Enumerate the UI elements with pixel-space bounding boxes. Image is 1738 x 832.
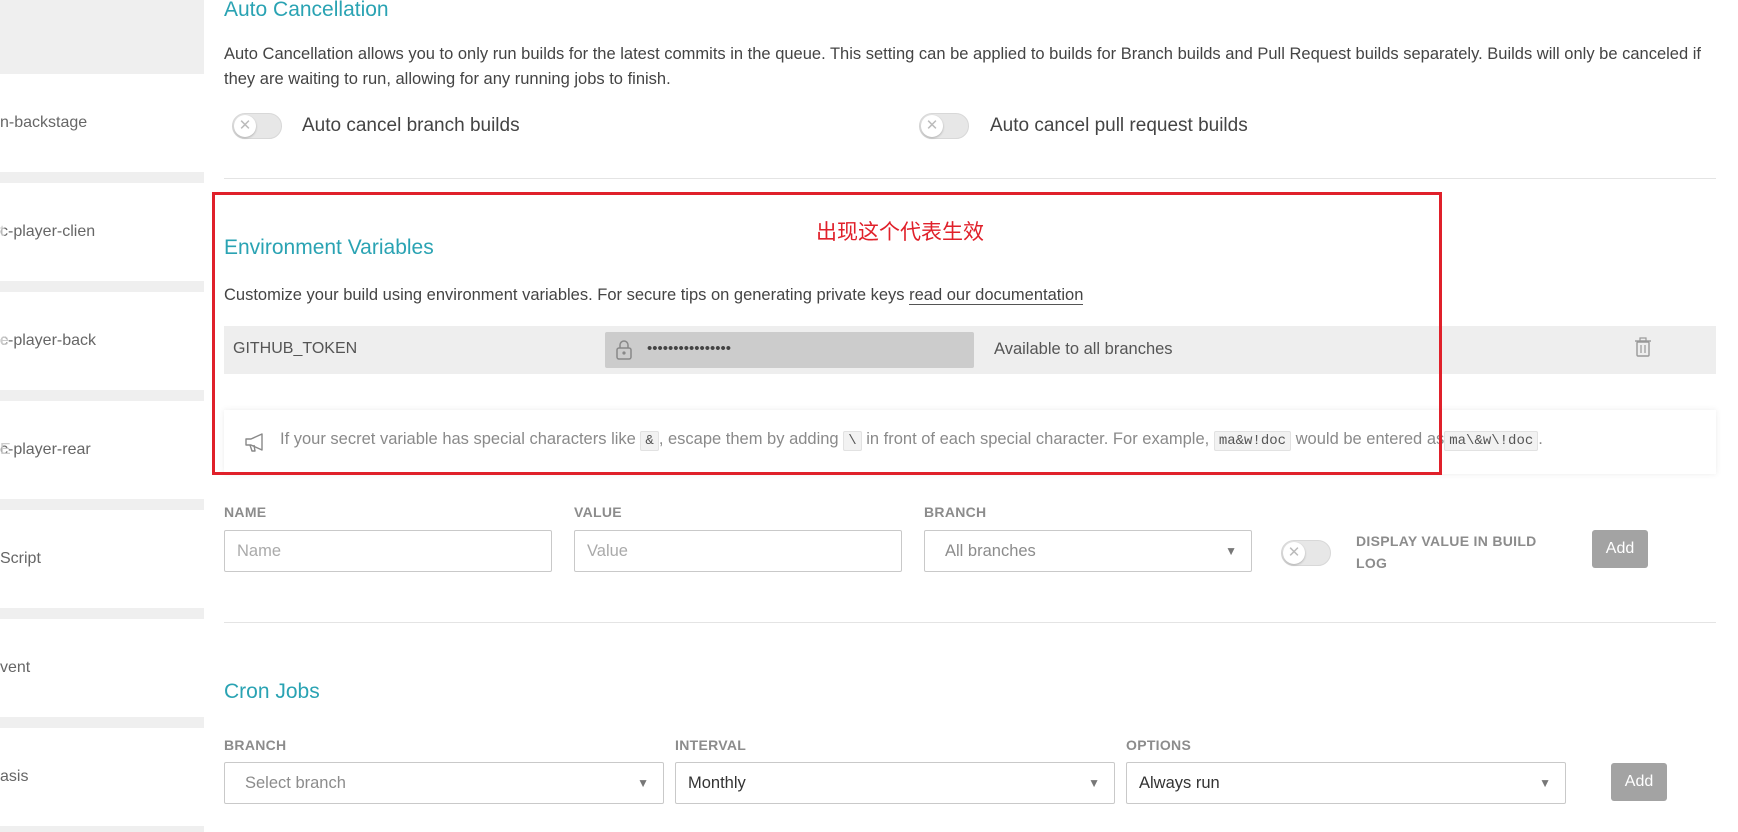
chevron-down-icon: ▼ [1539, 776, 1551, 790]
display-value-label-line: DISPLAY VALUE IN BUILD [1356, 533, 1537, 549]
cron-interval-select-value: Monthly [688, 774, 746, 792]
cron-branch-label: BRANCH [224, 737, 287, 753]
auto-cancellation-description: Auto Cancellation allows you to only run… [224, 45, 1701, 88]
add-env-var-button[interactable]: Add [1592, 530, 1648, 568]
cron-interval-select[interactable]: Monthly ▼ [675, 762, 1115, 804]
display-value-toggle[interactable]: ✕ [1281, 540, 1331, 566]
sidebar-item-label: n-backstage [0, 114, 88, 131]
sidebar-item-label-faded: E [0, 441, 11, 458]
add-cron-job-button[interactable]: Add [1611, 763, 1667, 801]
notice-text-part: . [1538, 430, 1543, 448]
repository-sidebar: n-backstage c-player-clien t c-player-bac… [0, 0, 204, 832]
notice-code: ma\&w\!doc [1444, 431, 1539, 451]
auto-cancel-pr-toggle[interactable]: ✕ [919, 113, 969, 139]
sidebar-item-label-faded: e [0, 332, 9, 349]
cron-options-select[interactable]: Always run ▼ [1126, 762, 1566, 804]
chevron-down-icon: ▼ [1225, 544, 1237, 558]
env-branch-select[interactable]: All branches ▼ [924, 530, 1252, 572]
env-value-input[interactable] [574, 530, 902, 572]
sidebar-item-label: c-player-back [0, 332, 97, 349]
sidebar-item[interactable]: vent [0, 619, 204, 717]
cron-jobs-title: Cron Jobs [224, 680, 320, 703]
cron-branch-select[interactable]: Select branch ▼ [224, 762, 664, 804]
auto-cancellation-title: Auto Cancellation [224, 0, 389, 21]
toggle-off-icon: ✕ [921, 115, 943, 137]
env-name-input[interactable] [224, 530, 552, 572]
sidebar-item-label: vent [0, 659, 31, 676]
env-branch-select-value: All branches [945, 542, 1036, 560]
env-branch-label: BRANCH [924, 504, 987, 520]
sidebar-item-label: asis [0, 768, 29, 785]
sidebar-item-label: c-player-rear [0, 441, 91, 458]
env-name-label: NAME [224, 504, 267, 520]
cron-interval-label: INTERVAL [675, 737, 747, 753]
sidebar-item-label: Script [0, 550, 41, 567]
sidebar-item[interactable]: c-player-rear E [0, 401, 204, 499]
display-value-label: DISPLAY VALUE IN BUILD LOG [1356, 530, 1537, 574]
auto-cancel-pr-label: Auto cancel pull request builds [990, 115, 1248, 136]
section-divider [224, 178, 1716, 179]
toggle-off-icon: ✕ [1283, 542, 1305, 564]
cron-branch-select-value: Select branch [245, 774, 346, 792]
cron-options-label: OPTIONS [1126, 737, 1192, 753]
sidebar-item[interactable]: Script [0, 510, 204, 608]
auto-cancel-branch-label: Auto cancel branch builds [302, 115, 520, 136]
sidebar-item[interactable]: n-backstage [0, 74, 204, 172]
chevron-down-icon: ▼ [1088, 776, 1100, 790]
sidebar-item[interactable]: asis [0, 728, 204, 826]
env-value-label: VALUE [574, 504, 622, 520]
display-value-label-line: LOG [1356, 555, 1388, 571]
sidebar-item[interactable]: c-player-back e [0, 292, 204, 390]
annotation-text: 出现这个代表生效 [816, 221, 984, 244]
sidebar-item-label-faded: t [0, 223, 5, 240]
sidebar-item-label: c-player-clien [0, 223, 96, 240]
section-divider [224, 622, 1716, 623]
auto-cancel-branch-toggle[interactable]: ✕ [232, 113, 282, 139]
chevron-down-icon: ▼ [637, 776, 649, 790]
trash-icon[interactable] [1634, 336, 1652, 358]
cron-options-select-value: Always run [1139, 774, 1220, 792]
sidebar-item[interactable]: c-player-clien t [0, 183, 204, 281]
toggle-off-icon: ✕ [234, 115, 256, 137]
